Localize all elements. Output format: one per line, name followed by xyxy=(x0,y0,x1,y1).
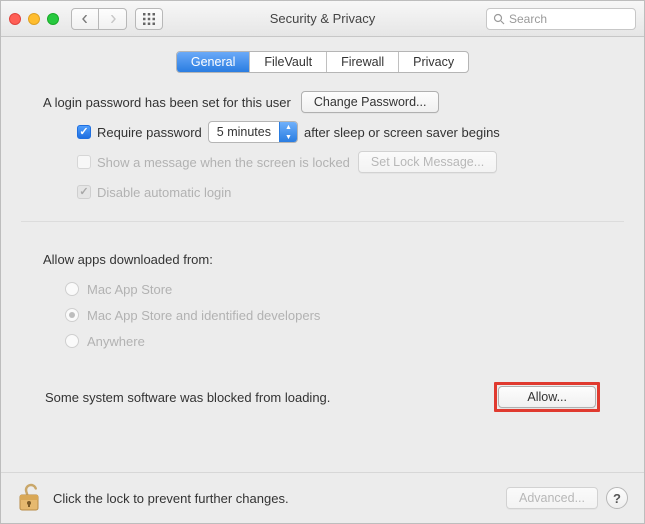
disable-auto-login-checkbox[interactable] xyxy=(77,185,91,199)
gatekeeper-heading: Allow apps downloaded from: xyxy=(43,252,213,267)
titlebar: Security & Privacy Search xyxy=(1,1,644,37)
minimize-window-button[interactable] xyxy=(28,13,40,25)
lock-open-icon[interactable] xyxy=(17,483,43,513)
require-password-delay-value: 5 minutes xyxy=(209,125,279,139)
back-button[interactable] xyxy=(71,8,99,30)
show-all-button[interactable] xyxy=(135,8,163,30)
radio-identified-developers xyxy=(65,308,79,322)
tab-general[interactable]: General xyxy=(177,52,250,72)
content-area: General FileVault Firewall Privacy A log… xyxy=(1,37,644,472)
close-window-button[interactable] xyxy=(9,13,21,25)
lock-text: Click the lock to prevent further change… xyxy=(53,491,289,506)
show-message-checkbox[interactable] xyxy=(77,155,91,169)
radio-mac-app-store-label: Mac App Store xyxy=(87,282,172,297)
tab-bar: General FileVault Firewall Privacy xyxy=(176,51,469,73)
disable-auto-login-label: Disable automatic login xyxy=(97,185,231,200)
search-icon xyxy=(493,13,505,25)
change-password-button[interactable]: Change Password... xyxy=(301,91,440,113)
set-lock-message-button: Set Lock Message... xyxy=(358,151,497,173)
prefs-window: Security & Privacy Search General FileVa… xyxy=(0,0,645,524)
gatekeeper-section: Allow apps downloaded from: Mac App Stor… xyxy=(21,222,624,420)
blocked-software-row: Some system software was blocked from lo… xyxy=(43,382,602,412)
after-sleep-text: after sleep or screen saver begins xyxy=(304,125,500,140)
show-message-label: Show a message when the screen is locked xyxy=(97,155,350,170)
search-placeholder: Search xyxy=(509,12,547,26)
zoom-window-button[interactable] xyxy=(47,13,59,25)
radio-mac-app-store xyxy=(65,282,79,296)
login-section: A login password has been set for this u… xyxy=(21,87,624,222)
footer: Click the lock to prevent further change… xyxy=(1,472,644,523)
radio-anywhere xyxy=(65,334,79,348)
help-button[interactable]: ? xyxy=(606,487,628,509)
radio-anywhere-label: Anywhere xyxy=(87,334,145,349)
tab-privacy[interactable]: Privacy xyxy=(399,52,468,72)
select-stepper-icon: ▲▼ xyxy=(279,122,297,142)
forward-button[interactable] xyxy=(99,8,127,30)
tab-firewall[interactable]: Firewall xyxy=(327,52,399,72)
login-password-set-text: A login password has been set for this u… xyxy=(43,95,291,110)
blocked-software-text: Some system software was blocked from lo… xyxy=(45,390,330,405)
gatekeeper-radio-group: Mac App Store Mac App Store and identifi… xyxy=(65,278,602,352)
require-password-delay-select[interactable]: 5 minutes ▲▼ xyxy=(208,121,298,143)
allow-button-highlight: Allow... xyxy=(494,382,600,412)
radio-identified-developers-label: Mac App Store and identified developers xyxy=(87,308,320,323)
window-controls xyxy=(9,13,59,25)
require-password-label: Require password xyxy=(97,125,202,140)
tab-filevault[interactable]: FileVault xyxy=(250,52,327,72)
advanced-button[interactable]: Advanced... xyxy=(506,487,598,509)
grid-icon xyxy=(143,13,155,25)
require-password-checkbox[interactable] xyxy=(77,125,91,139)
allow-button[interactable]: Allow... xyxy=(498,386,596,408)
search-field[interactable]: Search xyxy=(486,8,636,30)
nav-back-forward xyxy=(71,8,127,30)
